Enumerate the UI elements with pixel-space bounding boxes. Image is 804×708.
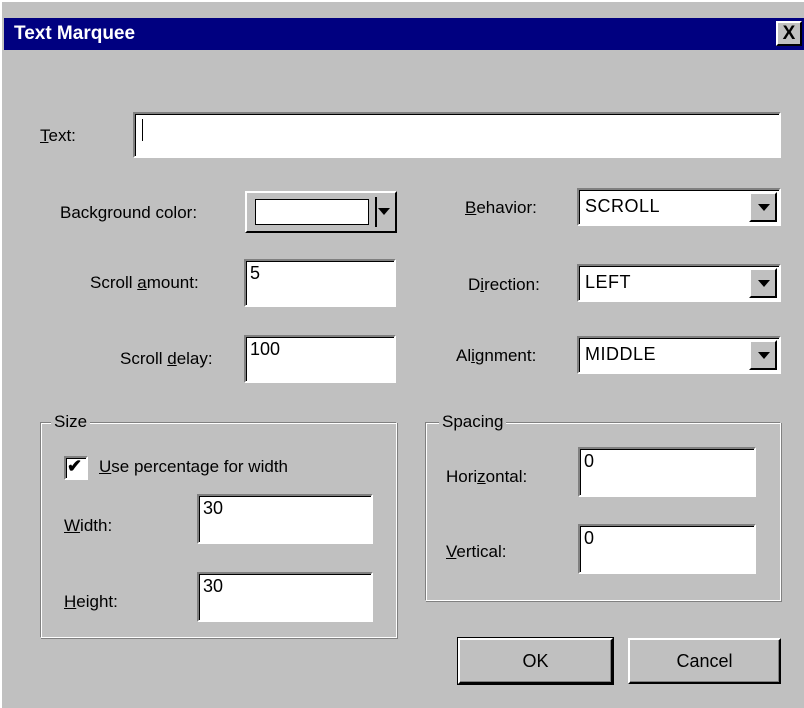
scroll-amount-value: 5 <box>250 263 261 283</box>
cancel-button[interactable]: Cancel <box>628 638 781 684</box>
behavior-value: SCROLL <box>585 196 661 216</box>
vertical-spacing-value: 0 <box>584 528 595 548</box>
alignment-dropdown-button[interactable] <box>749 340 777 370</box>
dialog-title: Text Marquee <box>14 23 136 44</box>
width-input[interactable]: 30 <box>197 494 373 544</box>
vertical-spacing-input[interactable]: 0 <box>578 524 756 574</box>
width-label: Width: <box>64 516 113 535</box>
behavior-label: Behavior: <box>465 198 537 217</box>
chevron-down-icon <box>758 280 770 287</box>
ok-button[interactable]: OK <box>457 637 614 685</box>
height-input[interactable]: 30 <box>197 572 373 622</box>
use-percentage-label[interactable]: Use percentage for width <box>99 457 288 477</box>
scroll-amount-label: Scroll amount: <box>90 273 199 292</box>
background-color-picker[interactable] <box>245 191 397 233</box>
use-percentage-checkbox[interactable]: ✔ <box>64 456 88 480</box>
text-label: Text: <box>40 126 76 145</box>
direction-dropdown-button[interactable] <box>749 268 777 298</box>
chevron-down-icon <box>758 204 770 211</box>
horizontal-spacing-input[interactable]: 0 <box>578 447 756 497</box>
alignment-select[interactable]: MIDDLE <box>577 336 781 374</box>
chevron-down-icon <box>378 208 390 215</box>
size-group-legend: Size <box>51 412 91 432</box>
horizontal-spacing-value: 0 <box>584 451 595 471</box>
close-button[interactable]: X <box>776 21 802 46</box>
behavior-dropdown-button[interactable] <box>749 192 777 222</box>
scroll-amount-input[interactable]: 5 <box>244 259 396 307</box>
vertical-label: Vertical: <box>446 542 507 561</box>
behavior-select[interactable]: SCROLL <box>577 188 781 226</box>
horizontal-label: Horizontal: <box>446 467 528 486</box>
check-icon: ✔ <box>67 456 83 476</box>
dialog-window: Text Marquee X Text: Background color: S… <box>0 0 804 708</box>
chevron-down-icon <box>758 352 770 359</box>
color-swatch <box>255 199 369 225</box>
direction-label: Direction: <box>468 275 540 294</box>
spacing-group-legend: Spacing <box>439 412 507 432</box>
background-color-label: Background color: <box>60 203 198 222</box>
color-picker-separator <box>375 197 377 227</box>
height-value: 30 <box>203 576 224 596</box>
text-input[interactable] <box>133 112 781 158</box>
scroll-delay-value: 100 <box>250 339 281 359</box>
direction-value: LEFT <box>585 272 632 292</box>
direction-select[interactable]: LEFT <box>577 264 781 302</box>
scroll-delay-label: Scroll delay: <box>120 349 213 368</box>
scroll-delay-input[interactable]: 100 <box>244 335 396 383</box>
alignment-value: MIDDLE <box>585 344 657 364</box>
close-icon: X <box>782 23 796 44</box>
text-caret <box>142 119 143 141</box>
width-value: 30 <box>203 498 224 518</box>
height-label: Height: <box>64 592 118 611</box>
alignment-label: Alignment: <box>456 346 537 365</box>
title-bar[interactable]: Text Marquee X <box>4 18 804 50</box>
